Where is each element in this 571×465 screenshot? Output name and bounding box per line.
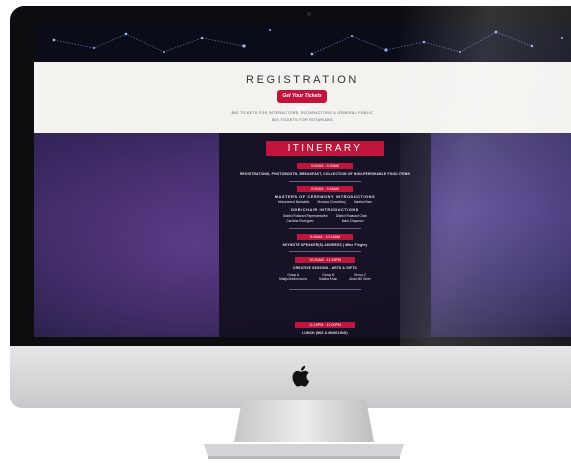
itinerary-title: ITINERARY	[266, 141, 384, 156]
group-item: Group A Matija Markovinovic	[279, 273, 307, 281]
person-name: Madha Khan	[353, 200, 372, 204]
group-leader: Ahad Mir Taher	[349, 277, 371, 281]
apple-logo-icon	[292, 365, 310, 387]
time-badge: 9:00AM - 9:30AM	[297, 163, 353, 169]
group-item: Group B Madha Khan	[319, 273, 337, 281]
get-tickets-button[interactable]: Get Your Tickets Now!	[277, 90, 327, 112]
time-badge: 9:30AM - 9:45AM	[297, 186, 353, 192]
divider	[289, 181, 361, 182]
imac-frame: REGISTRATION Get Your Tickets Now! $60 T…	[10, 6, 571, 408]
person-role: District Rotaract Chair	[335, 214, 368, 218]
person-name: Mohammed Mohsaflin	[278, 200, 310, 204]
person-name: Murtuza Chowdhury	[317, 200, 346, 204]
person-name: Mark Chapman	[341, 219, 364, 223]
divider	[289, 228, 361, 229]
group-leader: Matija Markovinovic	[279, 277, 308, 281]
divider	[289, 289, 361, 290]
divider	[289, 251, 361, 252]
group-item: Group C Ahad Mir Taher	[349, 273, 371, 281]
screen-glare	[400, 6, 571, 346]
time-badge: 11:15PM - 12:00PM	[295, 322, 355, 328]
person-name: Carolina Rodriguez	[286, 219, 314, 223]
camera-icon	[307, 12, 311, 16]
time-badge: 10:20AM - 11:15PM	[295, 257, 355, 263]
group-leader: Madha Khan	[319, 277, 338, 281]
time-badge: 9:45AM - 10:15AM	[297, 234, 353, 240]
imac-stand	[204, 400, 404, 459]
person-role: District Rotaract Representative	[282, 214, 328, 218]
